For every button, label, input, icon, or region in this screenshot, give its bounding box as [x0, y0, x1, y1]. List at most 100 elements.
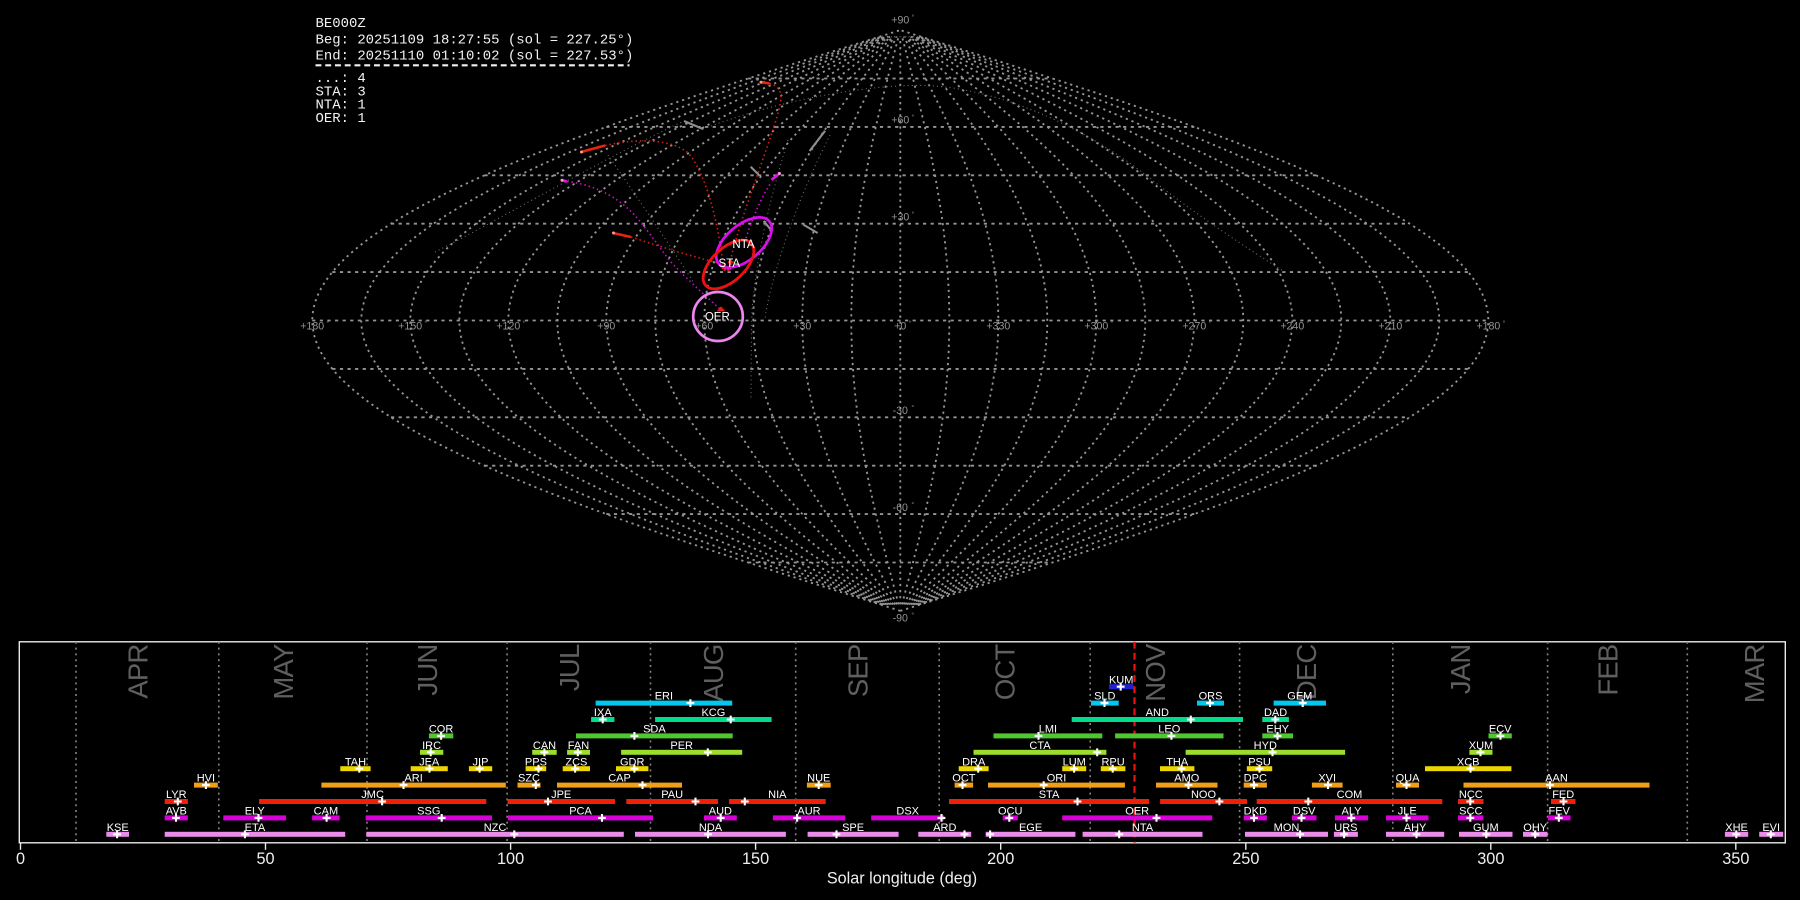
svg-text:KCG: KCG: [701, 707, 725, 719]
svg-text:ERI: ERI: [655, 691, 673, 703]
svg-text:SDA: SDA: [643, 724, 666, 736]
svg-text:NOO: NOO: [1191, 789, 1217, 801]
svg-text:-60: -60: [893, 502, 908, 514]
svg-text:100: 100: [497, 850, 524, 868]
svg-text:AMO: AMO: [1174, 773, 1200, 785]
svg-text:+300: +300: [1084, 321, 1108, 333]
svg-text:AUG: AUG: [698, 645, 729, 702]
svg-text:End: 20251110 01:10:02 (sol =: End: 20251110 01:10:02 (sol = 227.53°): [316, 49, 634, 65]
svg-text:°: °: [522, 320, 525, 328]
svg-text:+150: +150: [398, 321, 422, 333]
svg-text:NTA: NTA: [1132, 822, 1154, 834]
svg-text:MON: MON: [1274, 822, 1300, 834]
svg-text:Solar longitude (deg): Solar longitude (deg): [827, 870, 977, 888]
svg-text:ORI: ORI: [1047, 773, 1067, 785]
svg-text:APR: APR: [122, 645, 153, 699]
svg-text:+60: +60: [891, 115, 909, 127]
svg-text:OER: OER: [705, 311, 730, 323]
svg-text:THA: THA: [1166, 756, 1189, 768]
svg-text:300: 300: [1477, 850, 1504, 868]
svg-text:ARI: ARI: [404, 773, 422, 785]
svg-text:LMI: LMI: [1039, 724, 1057, 736]
svg-text:NTA: NTA: [732, 239, 754, 251]
svg-text:AAN: AAN: [1545, 773, 1568, 785]
svg-text:AND: AND: [1146, 707, 1169, 719]
svg-text:URS: URS: [1334, 822, 1357, 834]
svg-text:NZC: NZC: [484, 822, 507, 834]
svg-text:+30: +30: [793, 321, 811, 333]
svg-text:°: °: [909, 320, 912, 328]
svg-text:JUN: JUN: [412, 645, 443, 696]
svg-text:PPS: PPS: [525, 756, 547, 768]
svg-text:BE000Z: BE000Z: [316, 16, 366, 32]
svg-text:°: °: [618, 320, 621, 328]
svg-text:PAU: PAU: [661, 789, 683, 801]
svg-text:°: °: [424, 320, 427, 328]
svg-text:LEO: LEO: [1158, 724, 1180, 736]
svg-text:DKD: DKD: [1244, 806, 1267, 818]
svg-text:°: °: [912, 114, 915, 122]
svg-text:AUR: AUR: [797, 806, 820, 818]
svg-text:°: °: [911, 404, 914, 412]
svg-text:NOV: NOV: [1140, 643, 1171, 702]
svg-text:350: 350: [1722, 850, 1749, 868]
svg-text:QUA: QUA: [1396, 773, 1421, 785]
svg-text:STA: STA: [719, 258, 741, 270]
svg-text:+330: +330: [986, 321, 1010, 333]
svg-text:STA: STA: [1039, 789, 1060, 801]
svg-text:PCA: PCA: [569, 806, 592, 818]
svg-text:250: 250: [1232, 850, 1259, 868]
svg-text:+30: +30: [891, 212, 909, 224]
svg-text:OER: OER: [1125, 806, 1149, 818]
svg-text:JUL: JUL: [554, 644, 585, 691]
svg-text:LYR: LYR: [166, 789, 187, 801]
svg-text:EGE: EGE: [1019, 822, 1042, 834]
svg-text:ZCS: ZCS: [565, 756, 587, 768]
svg-text:+210: +210: [1378, 321, 1402, 333]
svg-text:°: °: [1209, 320, 1212, 328]
svg-text:+0: +0: [894, 321, 906, 333]
svg-text:°: °: [1307, 320, 1310, 328]
svg-text:DSV: DSV: [1293, 806, 1316, 818]
svg-text:+120: +120: [496, 321, 520, 333]
svg-text:+240: +240: [1280, 321, 1304, 333]
svg-text:NIA: NIA: [768, 789, 787, 801]
svg-text:GDR: GDR: [620, 756, 645, 768]
svg-text:JMC: JMC: [361, 789, 384, 801]
svg-text:ARD: ARD: [933, 822, 956, 834]
svg-text:PER: PER: [670, 740, 693, 752]
svg-text:COM: COM: [1337, 789, 1363, 801]
svg-text:°: °: [1405, 320, 1408, 328]
svg-text:DPC: DPC: [1244, 773, 1267, 785]
svg-text:MAY: MAY: [268, 644, 299, 700]
svg-text:°: °: [911, 612, 914, 620]
svg-text:°: °: [911, 501, 914, 509]
svg-text:50: 50: [256, 850, 274, 868]
svg-text:+180: +180: [1476, 321, 1500, 333]
svg-text:200: 200: [987, 850, 1014, 868]
svg-text:°: °: [1503, 320, 1506, 328]
svg-text:NDA: NDA: [699, 822, 723, 834]
svg-text:TAH: TAH: [345, 756, 366, 768]
svg-text:0: 0: [16, 850, 25, 868]
svg-text:+180: +180: [300, 321, 324, 333]
svg-text:°: °: [912, 211, 915, 219]
svg-text:XCB: XCB: [1457, 756, 1480, 768]
svg-text:DRA: DRA: [962, 756, 986, 768]
svg-text:-30: -30: [893, 405, 908, 417]
svg-text:DSX: DSX: [896, 806, 919, 818]
svg-text:OCT: OCT: [990, 644, 1021, 701]
svg-text:SPE: SPE: [842, 822, 864, 834]
svg-text:OER: 1: OER: 1: [316, 111, 366, 127]
svg-text:Beg: 20251109 18:27:55 (sol =: Beg: 20251109 18:27:55 (sol = 227.25°): [316, 32, 634, 48]
svg-text:+270: +270: [1182, 321, 1206, 333]
svg-text:FEB: FEB: [1592, 645, 1623, 696]
svg-text:SSG: SSG: [417, 806, 440, 818]
svg-text:OCT: OCT: [952, 773, 976, 785]
svg-text:SEP: SEP: [843, 645, 874, 698]
svg-text:CAP: CAP: [608, 773, 631, 785]
svg-text:°: °: [1013, 320, 1016, 328]
svg-text:°: °: [1111, 320, 1114, 328]
svg-text:JPE: JPE: [551, 789, 571, 801]
svg-text:CTA: CTA: [1029, 740, 1051, 752]
